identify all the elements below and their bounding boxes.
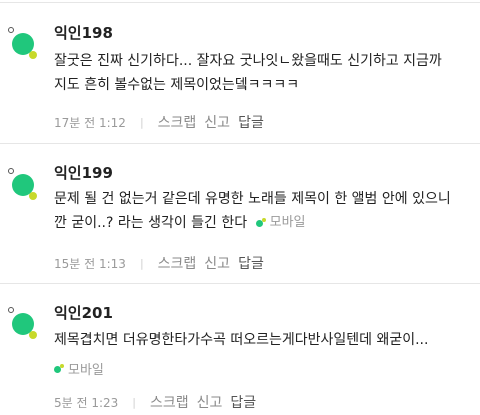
comment-time: 15분 전 1:13 bbox=[54, 256, 126, 271]
comment-line: 지도 흔히 볼수없는 제목이었는뎈ㅋㅋㅋㅋ bbox=[54, 77, 300, 93]
comment-line: 잘굿은 진짜 신기하다... 잘자요 굿나잇ㄴ왔을때도 신기하고 지금까 bbox=[54, 53, 442, 69]
avatar[interactable] bbox=[8, 27, 38, 61]
comment-time: 5분 전 1:23 bbox=[54, 395, 119, 410]
divider bbox=[0, 143, 480, 144]
comment-line: 문제 될 건 없는거 같은데 유명한 노래들 제목이 한 앨범 안에 있으니 bbox=[54, 191, 451, 207]
comment-line: 제목겹치면 더유명한타가수곡 떠오르는게다반사일텐데 왜굳이... bbox=[54, 332, 429, 348]
comment-meta: 5분 전 1:23 | 스크랩 신고 답글 bbox=[54, 392, 256, 412]
avatar[interactable] bbox=[8, 168, 38, 202]
comment-meta: 15분 전 1:13 | 스크랩 신고 답글 bbox=[54, 253, 264, 273]
avatar-badge-icon bbox=[8, 307, 14, 313]
reply-button[interactable]: 답글 bbox=[238, 253, 264, 273]
report-button[interactable]: 신고 bbox=[204, 253, 230, 273]
report-button[interactable]: 신고 bbox=[204, 112, 230, 132]
avatar-accent-icon bbox=[29, 192, 37, 200]
reply-button[interactable]: 답글 bbox=[230, 392, 256, 412]
comment-text: 잘굿은 진짜 신기하다... 잘자요 굿나잇ㄴ왔을때도 신기하고 지금까 지도 … bbox=[54, 49, 442, 97]
divider bbox=[0, 283, 480, 284]
avatar-badge-icon bbox=[8, 27, 14, 33]
comment-line: 깐 굳이..? 라는 생각이 들긴 한다 모바일 bbox=[54, 211, 451, 235]
scrap-button[interactable]: 스크랩 bbox=[158, 253, 197, 273]
comment-line-text: 깐 굳이..? 라는 생각이 들긴 한다 bbox=[54, 215, 248, 231]
mobile-dot-icon bbox=[54, 363, 64, 374]
comment-meta: 17분 전 1:12 | 스크랩 신고 답글 bbox=[54, 112, 264, 132]
scrap-button[interactable]: 스크랩 bbox=[158, 112, 197, 132]
avatar-accent-icon bbox=[29, 331, 37, 339]
mobile-label: 모바일 bbox=[68, 363, 104, 378]
divider bbox=[0, 2, 480, 3]
avatar-badge-icon bbox=[8, 168, 14, 174]
mobile-label: 모바일 bbox=[269, 215, 306, 230]
comment-text: 제목겹치면 더유명한타가수곡 떠오르는게다반사일텐데 왜굳이... bbox=[54, 328, 428, 352]
mobile-badge: 모바일 bbox=[255, 211, 306, 235]
meta-separator: | bbox=[139, 256, 144, 270]
scrap-button[interactable]: 스크랩 bbox=[150, 392, 189, 412]
comment-time: 17분 전 1:12 bbox=[54, 115, 126, 130]
mobile-dot-icon bbox=[255, 218, 266, 228]
avatar-accent-icon bbox=[29, 51, 37, 59]
reply-button[interactable]: 답글 bbox=[238, 112, 264, 132]
mobile-badge: 모바일 bbox=[54, 359, 104, 378]
comment-author[interactable]: 익인201 bbox=[54, 302, 113, 323]
meta-separator: | bbox=[132, 395, 137, 409]
mobile-row: 모바일 bbox=[54, 359, 104, 378]
meta-separator: | bbox=[139, 115, 144, 129]
comment-author[interactable]: 익인198 bbox=[54, 22, 113, 43]
comment-author[interactable]: 익인199 bbox=[54, 162, 113, 183]
avatar[interactable] bbox=[8, 307, 38, 341]
report-button[interactable]: 신고 bbox=[197, 392, 223, 412]
comment-text: 문제 될 건 없는거 같은데 유명한 노래들 제목이 한 앨범 안에 있으니 깐… bbox=[54, 187, 451, 235]
